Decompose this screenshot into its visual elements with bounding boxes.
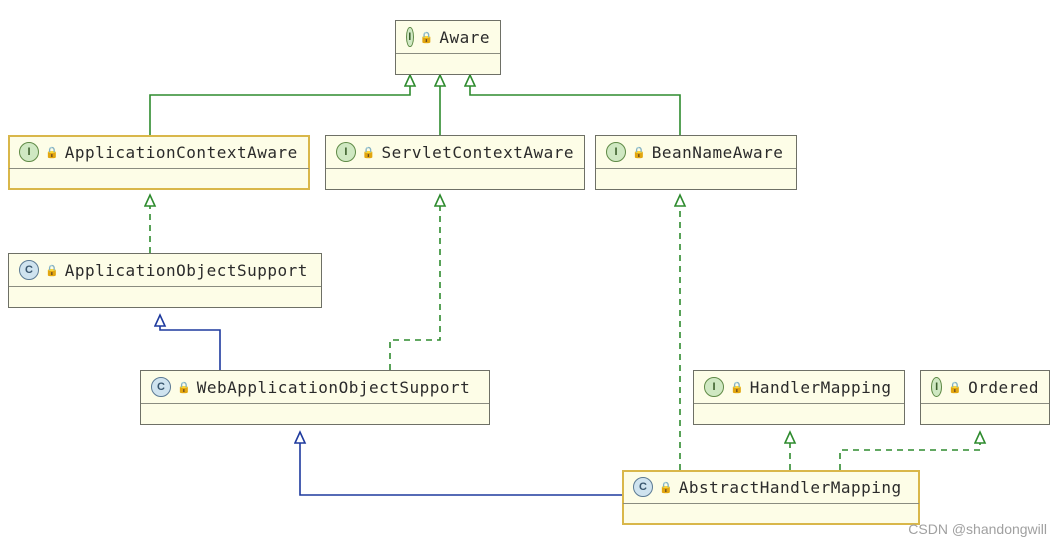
edge-abstracthm-webappobjsupport	[300, 432, 630, 495]
edge-webappobjsupport-appobjsupport	[160, 315, 220, 370]
interface-icon: I	[406, 27, 414, 47]
node-label: ApplicationContextAware	[65, 143, 298, 162]
node-abstract-handler-mapping[interactable]: C 🔒 AbstractHandlerMapping	[622, 470, 920, 525]
node-bean-name-aware[interactable]: I 🔒 BeanNameAware	[595, 135, 797, 190]
class-icon: C	[151, 377, 171, 397]
lock-icon: 🔒	[45, 146, 59, 159]
interface-icon: I	[336, 142, 356, 162]
lock-icon: 🔒	[177, 381, 191, 394]
interface-icon: I	[606, 142, 626, 162]
edge-abstracthm-ordered	[840, 432, 980, 470]
class-icon: C	[19, 260, 39, 280]
node-label: Ordered	[968, 378, 1039, 397]
node-label: ApplicationObjectSupport	[65, 261, 308, 280]
interface-icon: I	[19, 142, 39, 162]
lock-icon: 🔒	[45, 264, 59, 277]
node-application-context-aware[interactable]: I 🔒 ApplicationContextAware	[8, 135, 310, 190]
lock-icon: 🔒	[659, 481, 673, 494]
edge-appctxaware-aware	[150, 75, 410, 135]
interface-icon: I	[931, 377, 942, 397]
node-aware[interactable]: I 🔒 Aware	[395, 20, 501, 75]
node-label: WebApplicationObjectSupport	[197, 378, 471, 397]
node-web-application-object-support[interactable]: C 🔒 WebApplicationObjectSupport	[140, 370, 490, 425]
node-ordered[interactable]: I 🔒 Ordered	[920, 370, 1050, 425]
lock-icon: 🔒	[362, 146, 376, 159]
node-handler-mapping[interactable]: I 🔒 HandlerMapping	[693, 370, 905, 425]
class-icon: C	[633, 477, 653, 497]
node-label: BeanNameAware	[652, 143, 784, 162]
lock-icon: 🔒	[420, 31, 434, 44]
node-label: Aware	[439, 28, 490, 47]
watermark: CSDN @shandongwill	[908, 521, 1047, 537]
diagram-canvas: I 🔒 Aware I 🔒 ApplicationContextAware I …	[0, 0, 1055, 543]
edge-beannameaware-aware	[470, 75, 680, 135]
node-label: ServletContextAware	[381, 143, 574, 162]
interface-icon: I	[704, 377, 724, 397]
node-label: HandlerMapping	[750, 378, 892, 397]
lock-icon: 🔒	[730, 381, 744, 394]
node-label: AbstractHandlerMapping	[679, 478, 902, 497]
lock-icon: 🔒	[632, 146, 646, 159]
node-application-object-support[interactable]: C 🔒 ApplicationObjectSupport	[8, 253, 322, 308]
node-servlet-context-aware[interactable]: I 🔒 ServletContextAware	[325, 135, 585, 190]
lock-icon: 🔒	[948, 381, 962, 394]
edge-webappobjsupport-servletctxaware	[390, 195, 440, 370]
